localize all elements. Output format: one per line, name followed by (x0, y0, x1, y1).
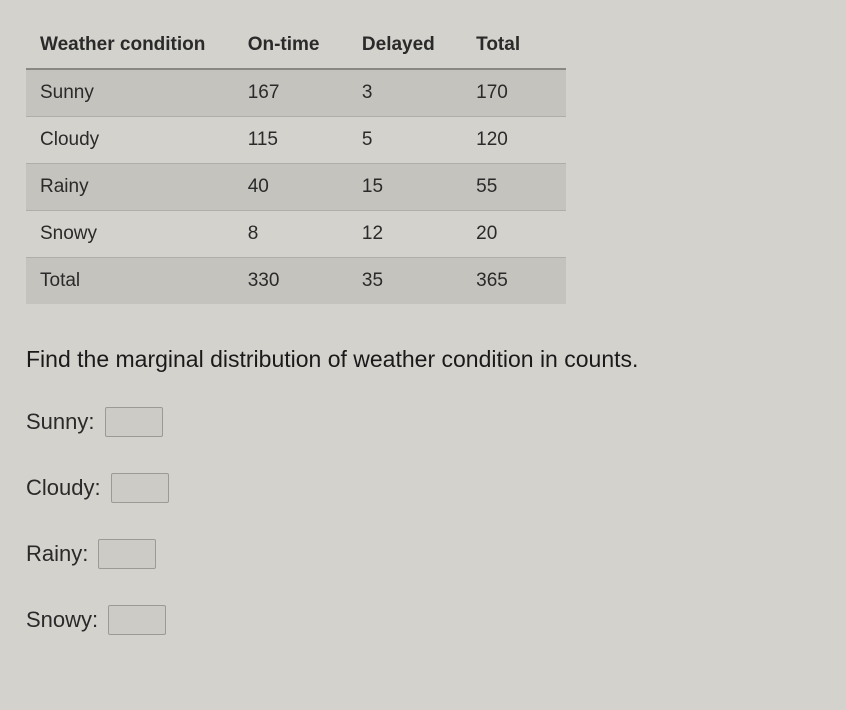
cell-label: Rainy (26, 164, 234, 211)
answer-label: Cloudy: (26, 475, 101, 501)
cell-ontime: 40 (234, 164, 348, 211)
header-total: Total (462, 22, 566, 69)
answer-row-rainy: Rainy: (26, 539, 820, 569)
cell-label: Total (26, 258, 234, 305)
cell-ontime: 115 (234, 117, 348, 164)
cell-delayed: 15 (348, 164, 462, 211)
answer-row-sunny: Sunny: (26, 407, 820, 437)
cell-total: 120 (462, 117, 566, 164)
cell-ontime: 330 (234, 258, 348, 305)
cell-label: Snowy (26, 211, 234, 258)
table-row: Snowy 8 12 20 (26, 211, 566, 258)
cell-total: 55 (462, 164, 566, 211)
header-weather: Weather condition (26, 22, 234, 69)
answer-input-cloudy[interactable] (111, 473, 169, 503)
cell-ontime: 167 (234, 69, 348, 117)
table-row: Cloudy 115 5 120 (26, 117, 566, 164)
header-ontime: On-time (234, 22, 348, 69)
header-delayed: Delayed (348, 22, 462, 69)
table-row: Sunny 167 3 170 (26, 69, 566, 117)
answer-label: Rainy: (26, 541, 88, 567)
answer-label: Snowy: (26, 607, 98, 633)
cell-delayed: 5 (348, 117, 462, 164)
weather-table: Weather condition On-time Delayed Total … (26, 22, 566, 304)
cell-delayed: 12 (348, 211, 462, 258)
cell-ontime: 8 (234, 211, 348, 258)
table-row: Rainy 40 15 55 (26, 164, 566, 211)
answer-input-rainy[interactable] (98, 539, 156, 569)
answer-input-sunny[interactable] (105, 407, 163, 437)
cell-delayed: 35 (348, 258, 462, 305)
answer-label: Sunny: (26, 409, 95, 435)
answer-row-snowy: Snowy: (26, 605, 820, 635)
answer-row-cloudy: Cloudy: (26, 473, 820, 503)
cell-total: 170 (462, 69, 566, 117)
answer-input-snowy[interactable] (108, 605, 166, 635)
cell-total: 20 (462, 211, 566, 258)
cell-label: Sunny (26, 69, 234, 117)
table-row: Total 330 35 365 (26, 258, 566, 305)
cell-total: 365 (462, 258, 566, 305)
cell-delayed: 3 (348, 69, 462, 117)
question-text: Find the marginal distribution of weathe… (26, 346, 820, 373)
answers-section: Sunny: Cloudy: Rainy: Snowy: (26, 407, 820, 635)
cell-label: Cloudy (26, 117, 234, 164)
